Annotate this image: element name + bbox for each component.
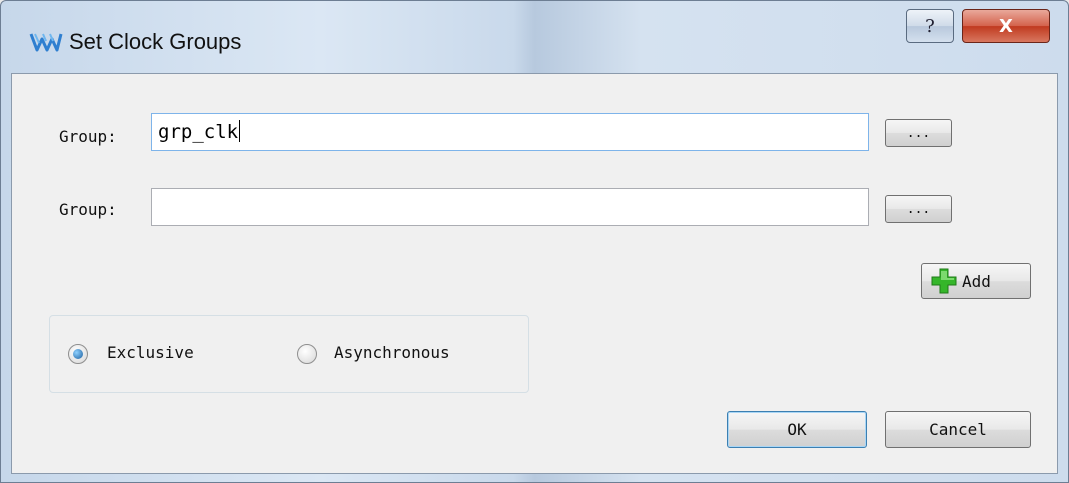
group-2-input[interactable] xyxy=(151,188,869,226)
ok-button[interactable]: OK xyxy=(727,411,867,448)
exclusive-option[interactable]: Exclusive xyxy=(68,342,258,366)
exclusive-label: Exclusive xyxy=(107,343,194,362)
asynchronous-radio[interactable] xyxy=(297,344,317,364)
group-2-browse-button[interactable]: ... xyxy=(885,195,952,223)
ok-button-label: OK xyxy=(787,420,807,439)
help-icon: ? xyxy=(925,15,935,37)
exclusive-radio[interactable] xyxy=(68,344,88,364)
set-clock-groups-dialog: Set Clock Groups ? X Group: grp_clk ... … xyxy=(0,0,1069,483)
app-logo-icon xyxy=(29,33,63,52)
green-plus-icon xyxy=(931,268,957,294)
text-caret xyxy=(239,120,241,142)
group-1-browse-label: ... xyxy=(906,125,931,141)
title-bar[interactable]: Set Clock Groups ? X xyxy=(1,1,1068,73)
cancel-button-label: Cancel xyxy=(929,420,987,439)
dialog-body: Group: grp_clk ... Group: ... Add Exclus… xyxy=(11,73,1058,474)
mode-group-box: Exclusive Asynchronous xyxy=(49,315,529,393)
group-1-browse-button[interactable]: ... xyxy=(885,119,952,147)
group-1-input[interactable]: grp_clk xyxy=(151,113,869,151)
asynchronous-option[interactable]: Asynchronous xyxy=(297,342,507,366)
group-2-label: Group: xyxy=(59,200,117,219)
add-button[interactable]: Add xyxy=(921,263,1031,299)
group-1-value: grp_clk xyxy=(158,121,239,143)
cancel-button[interactable]: Cancel xyxy=(885,411,1031,448)
help-button[interactable]: ? xyxy=(906,9,954,43)
asynchronous-label: Asynchronous xyxy=(334,343,450,362)
group-1-label: Group: xyxy=(59,127,117,146)
window-title: Set Clock Groups xyxy=(69,29,242,54)
close-button[interactable]: X xyxy=(962,9,1050,43)
group-2-browse-label: ... xyxy=(906,201,931,217)
add-button-label: Add xyxy=(962,271,991,291)
close-icon: X xyxy=(999,15,1013,37)
